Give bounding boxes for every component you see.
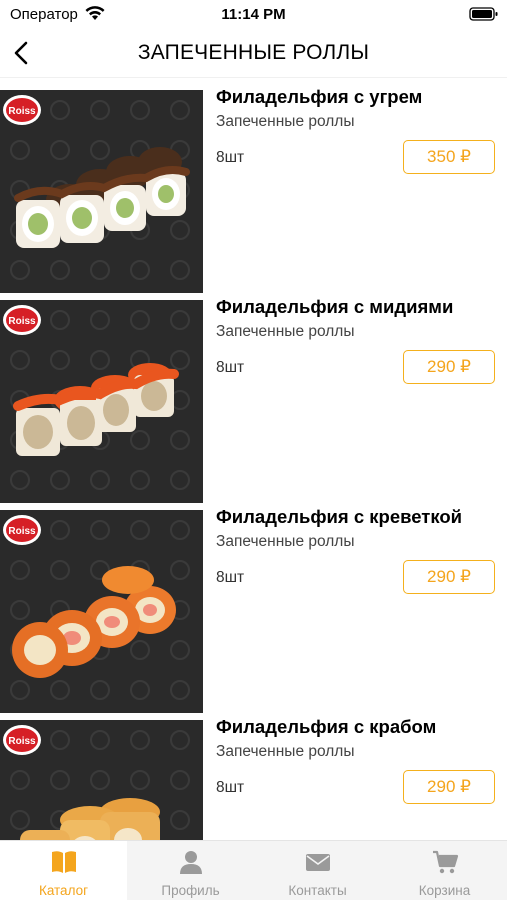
product-category: Запеченные роллы [216,533,355,550]
add-to-cart-price-button[interactable]: 350 ₽ [403,140,495,174]
tab-label: Корзина [418,883,471,898]
product-category: Запеченные роллы [216,743,355,760]
sushi-eel-roll-image: Roiss [0,90,203,293]
product-item[interactable]: Roiss Филадельфия с угрем Запеченные рол… [0,78,507,293]
sushi-crab-roll-image: Roiss [0,720,203,840]
add-to-cart-price-button[interactable]: 290 ₽ [403,770,495,804]
product-category: Запеченные роллы [216,323,355,340]
book-icon [50,849,78,875]
tab-cart[interactable]: Корзина [381,841,507,900]
product-category: Запеченные роллы [216,113,355,130]
brand-logo: Roiss [8,526,36,537]
person-icon [177,849,205,875]
tab-catalog[interactable]: Каталог [0,841,127,900]
product-quantity: 8шт [216,359,245,376]
tab-label: Профиль [161,883,220,898]
battery-icon [469,6,499,22]
product-name: Филадельфия с угрем [216,86,423,107]
product-list[interactable]: Roiss Филадельфия с угрем Запеченные рол… [0,78,507,840]
product-quantity: 8шт [216,149,245,166]
product-name: Филадельфия с мидиями [216,296,454,317]
brand-logo: Roiss [8,106,36,117]
cart-icon [431,849,459,875]
product-item[interactable]: Roiss Филадельфия с креветкой Запеченные… [0,498,507,713]
tab-profile[interactable]: Профиль [127,841,254,900]
page-title: ЗАПЕЧЕННЫЕ РОЛЛЫ [137,41,370,64]
tab-label: Контакты [288,883,347,898]
add-to-cart-price-button[interactable]: 290 ₽ [403,560,495,594]
clock-label: 11:14 PM [221,6,286,23]
product-item[interactable]: Roiss Филадельфия с крабом Запеченные ро… [0,708,507,840]
tab-contacts[interactable]: Контакты [254,841,381,900]
navigation-bar: ЗАПЕЧЕННЫЕ РОЛЛЫ [0,28,507,78]
product-quantity: 8шт [216,779,245,796]
envelope-icon [304,849,332,875]
product-item[interactable]: Roiss Филадельфия с мидиями Запеченные р… [0,288,507,503]
sushi-mussel-roll-image: Roiss [0,300,203,503]
add-to-cart-price-button[interactable]: 290 ₽ [403,350,495,384]
sushi-shrimp-roll-image: Roiss [0,510,203,713]
tab-bar: Каталог Профиль Контакты Корзина [0,840,507,900]
brand-logo: Roiss [8,316,36,327]
product-quantity: 8шт [216,569,245,586]
product-name: Филадельфия с крабом [216,716,437,737]
brand-logo: Roiss [8,736,36,747]
tab-label: Каталог [38,883,89,898]
status-bar: Оператор 11:14 PM [0,0,507,28]
product-name: Филадельфия с креветкой [216,506,463,527]
